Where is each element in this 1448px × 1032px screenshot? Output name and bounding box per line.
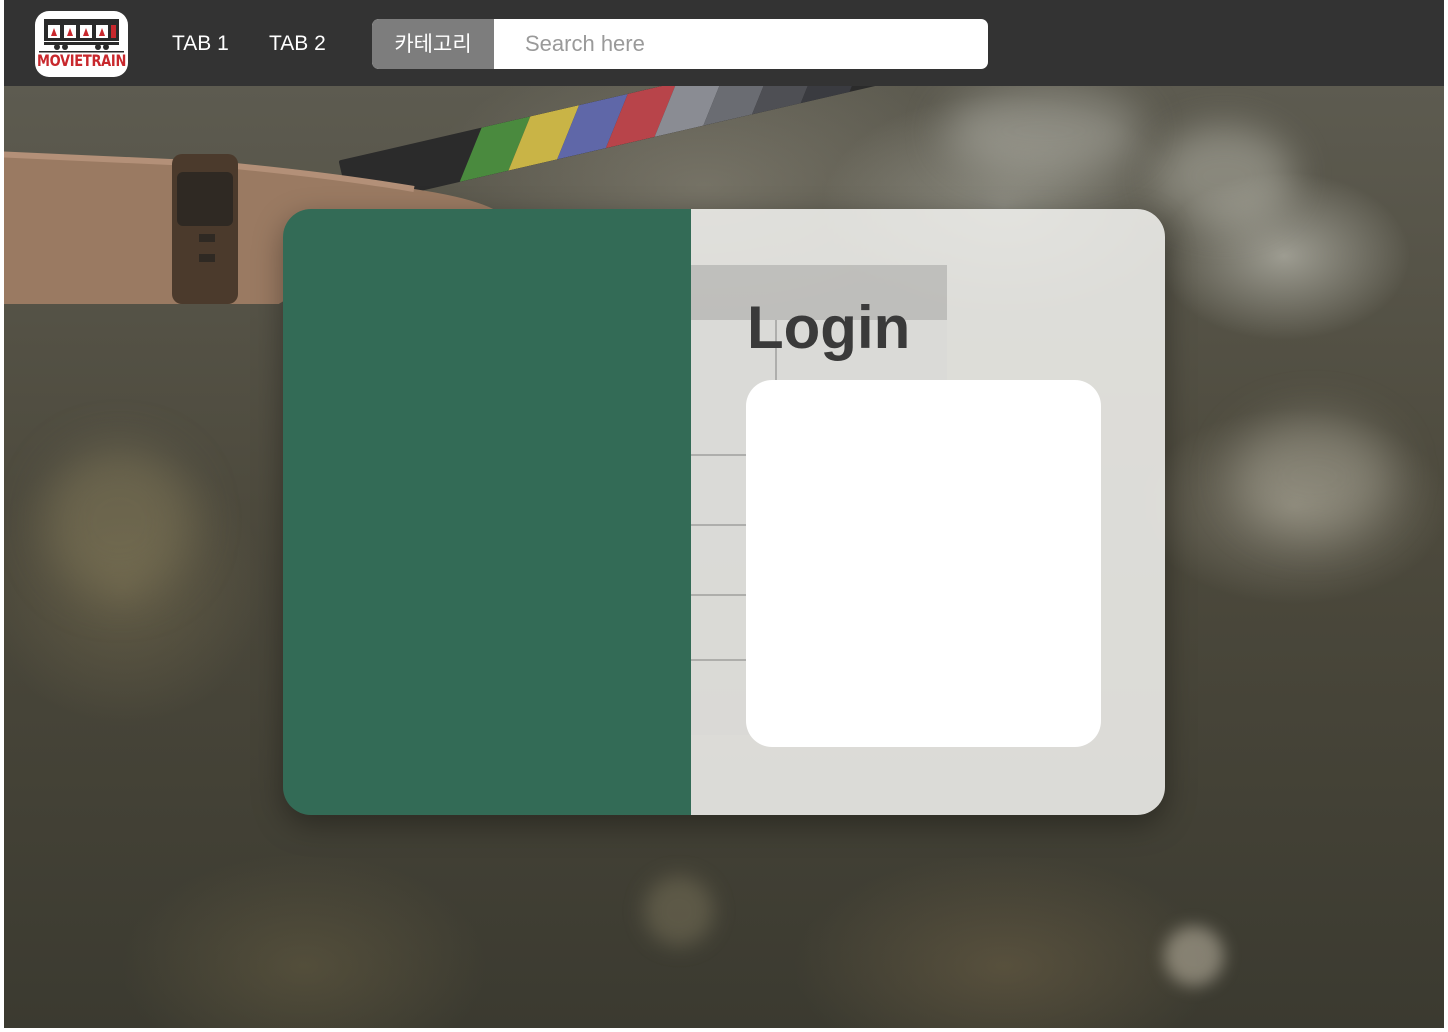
movietrain-logo[interactable]: MOVIETRAIN	[35, 11, 128, 77]
app-frame: MOVIETRAIN TAB 1 TAB 2 카테고리 Search here …	[4, 0, 1444, 1028]
bokeh-light	[1234, 416, 1394, 536]
bokeh-light	[644, 876, 714, 946]
bokeh-light	[44, 446, 194, 596]
search-input[interactable]	[494, 19, 980, 69]
login-card: Login	[283, 209, 1165, 815]
login-form-box[interactable]	[746, 380, 1101, 747]
tab-1[interactable]: TAB 1	[172, 31, 229, 57]
login-card-left-panel	[283, 209, 691, 815]
category-dropdown-button[interactable]: 카테고리	[372, 19, 494, 69]
tab-2[interactable]: TAB 2	[269, 31, 326, 57]
login-title: Login	[747, 294, 911, 361]
login-card-right-panel: Login	[691, 209, 1165, 815]
search-bar: 카테고리	[372, 19, 988, 69]
bokeh-light	[944, 86, 1144, 176]
bokeh-light	[1164, 926, 1224, 986]
logo-text: MOVIETRAIN	[36, 52, 127, 71]
top-navbar: MOVIETRAIN TAB 1 TAB 2 카테고리	[4, 0, 1444, 86]
bokeh-light	[1154, 126, 1294, 226]
